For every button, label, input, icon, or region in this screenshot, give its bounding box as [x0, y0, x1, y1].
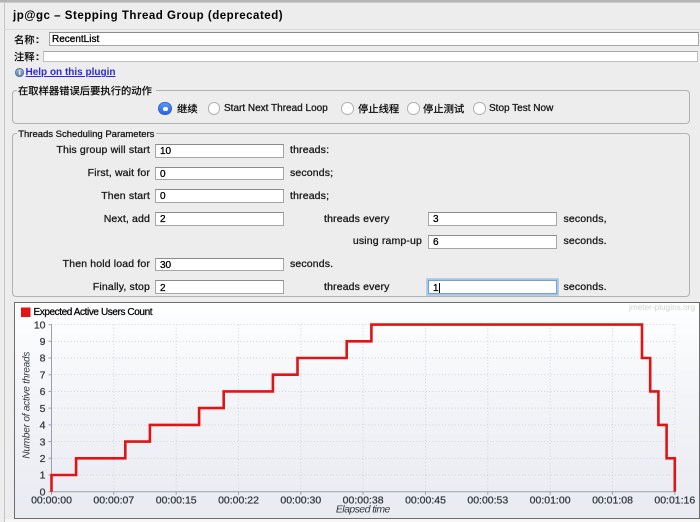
svg-text:7: 7 — [40, 369, 46, 381]
svg-text:00:00:30: 00:00:30 — [280, 495, 321, 507]
svg-text:Expected Active Users Count: Expected Active Users Count — [34, 307, 153, 318]
svg-text:Elapsed time: Elapsed time — [336, 504, 391, 516]
svg-text:10: 10 — [34, 319, 46, 331]
svg-text:4: 4 — [40, 420, 46, 432]
svg-text:00:01:00: 00:01:00 — [530, 495, 571, 507]
svg-text:00:00:07: 00:00:07 — [93, 495, 134, 507]
svg-text:00:00:22: 00:00:22 — [218, 495, 259, 507]
svg-text:9: 9 — [40, 336, 46, 348]
svg-text:2: 2 — [40, 453, 46, 465]
svg-text:00:01:08: 00:01:08 — [592, 495, 633, 507]
svg-text:1: 1 — [40, 470, 46, 482]
svg-text:3: 3 — [40, 436, 46, 448]
svg-text:6: 6 — [40, 386, 46, 398]
svg-text:00:00:00: 00:00:00 — [31, 495, 72, 507]
svg-text:5: 5 — [40, 403, 46, 415]
svg-text:Number of active threads: Number of active threads — [22, 352, 33, 459]
svg-text:jmeter-plugins.org: jmeter-plugins.org — [628, 303, 695, 312]
svg-text:00:00:45: 00:00:45 — [405, 495, 446, 507]
svg-text:00:01:16: 00:01:16 — [654, 495, 695, 507]
svg-text:00:00:15: 00:00:15 — [156, 495, 197, 507]
svg-text:00:00:53: 00:00:53 — [467, 495, 508, 507]
svg-text:8: 8 — [40, 353, 46, 365]
